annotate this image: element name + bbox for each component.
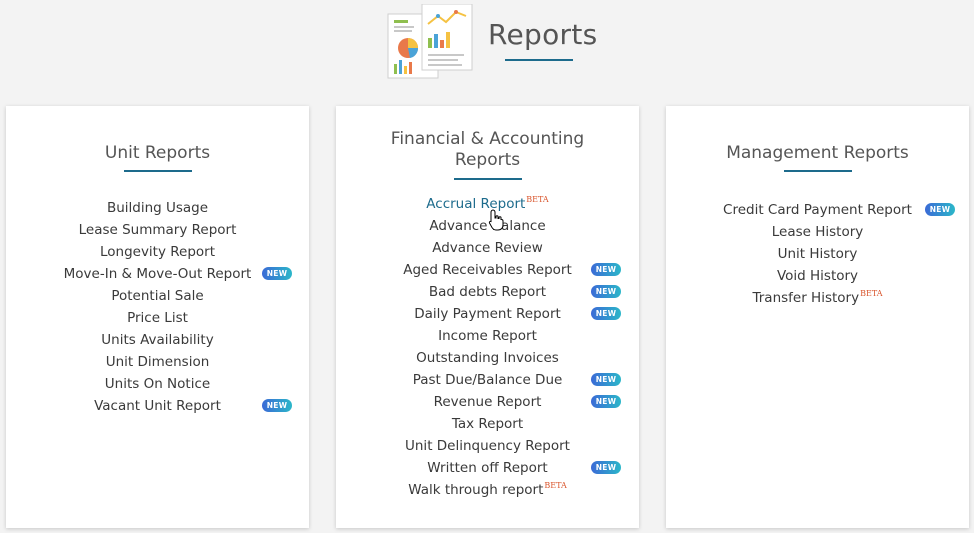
report-link-label: Potential Sale [111,288,204,304]
report-link-void-history[interactable]: Void History [666,266,969,286]
new-badge: NEW [262,267,292,280]
unit-reports-card: Unit Reports Building Usage Lease Summary … [6,106,309,528]
new-badge: NEW [262,399,292,412]
report-link-label: Daily Payment Report [414,306,561,322]
card-title: Reports [454,150,521,170]
report-link-lease-summary-report[interactable]: Lease Summary Report [6,220,309,240]
report-link-label: Vacant Unit Report [94,398,221,414]
new-badge: NEW [591,307,621,320]
report-link-label: Accrual Report [426,196,526,212]
report-link-income-report[interactable]: Income Report [336,326,639,346]
new-badge: NEW [591,373,621,386]
report-link-walk-through-report[interactable]: Walk through reportBETA [336,480,639,500]
title-underline [505,59,573,61]
new-badge: NEW [925,203,955,216]
beta-label: BETA [526,195,549,204]
report-link-label: Bad debts Report [428,284,547,300]
report-link-label: Aged Receivables Report [403,262,572,278]
report-link-outstanding-invoices[interactable]: Outstanding Invoices [336,348,639,368]
report-link-label: Price List [127,310,188,326]
card-title-underline [123,170,192,172]
report-link-transfer-history[interactable]: Transfer HistoryBETA [666,288,969,308]
report-link-label: Tax Report [451,416,524,432]
report-link-label: Unit Dimension [105,354,210,370]
report-link-potential-sale[interactable]: Potential Sale [6,286,309,306]
report-link-unit-dimension[interactable]: Unit Dimension [6,352,309,372]
report-link-unit-history[interactable]: Unit History [666,244,969,264]
report-link-tax-report[interactable]: Tax Report [336,414,639,434]
report-link-label: Credit Card Payment Report [723,202,912,218]
report-link-label: Past Due/Balance Due [412,372,563,388]
page-title: Reports [488,18,598,51]
report-link-unit-delinquency-report[interactable]: Unit Delinquency Report [336,436,639,456]
report-link-label: Advance Review [432,240,543,256]
report-link-label: Outstanding Invoices [416,350,559,366]
report-link-label: Move-In & Move-Out Report [63,266,252,282]
new-badge: NEW [591,395,621,408]
report-link-advance-review[interactable]: Advance Review [336,238,639,258]
report-link-label: Revenue Report [433,394,542,410]
report-link-label: Income Report [438,328,537,344]
report-link-label: Units On Notice [104,376,211,392]
card-title: Unit Reports [104,143,211,163]
financial-accounting-reports-card: Financial & Accounting Reports Accrual Rep… [336,106,639,528]
beta-label: BETA [860,289,883,298]
new-badge: NEW [591,461,621,474]
report-link-longevity-report[interactable]: Longevity Report [6,242,309,262]
report-link-label: Lease Summary Report [78,222,237,238]
report-link-label: Transfer History [752,290,860,306]
management-reports-card: Management Reports Credit Card Payment Re… [666,106,969,528]
page-header: Reports [0,0,974,100]
report-link-label: Written off Report [427,460,548,476]
report-link-label: Unit History [777,246,858,262]
new-badge: NEW [591,263,621,276]
report-link-label: Units Availability [101,332,214,348]
reports-logo-icon [387,4,473,79]
report-link-units-on-notice[interactable]: Units On Notice [6,374,309,394]
card-title-underline [783,170,852,172]
report-link-lease-history[interactable]: Lease History [666,222,969,242]
card-title: Financial & Accounting [390,129,585,149]
report-link-units-availability[interactable]: Units Availability [6,330,309,350]
report-link-label: Building Usage [106,200,209,216]
hand-cursor-icon [488,209,504,231]
report-link-label: Lease History [771,224,864,240]
new-badge: NEW [591,285,621,298]
card-title-underline [453,178,522,180]
report-link-price-list[interactable]: Price List [6,308,309,328]
report-link-credit-card-payment-report[interactable]: Credit Card Payment Report [666,200,969,220]
report-link-label: Walk through report [408,482,544,498]
report-link-building-usage[interactable]: Building Usage [6,198,309,218]
card-title: Management Reports [726,143,909,163]
beta-label: BETA [544,481,567,490]
report-link-label: Longevity Report [99,244,216,260]
report-link-label: Void History [776,268,859,284]
report-link-label: Unit Delinquency Report [405,438,570,454]
